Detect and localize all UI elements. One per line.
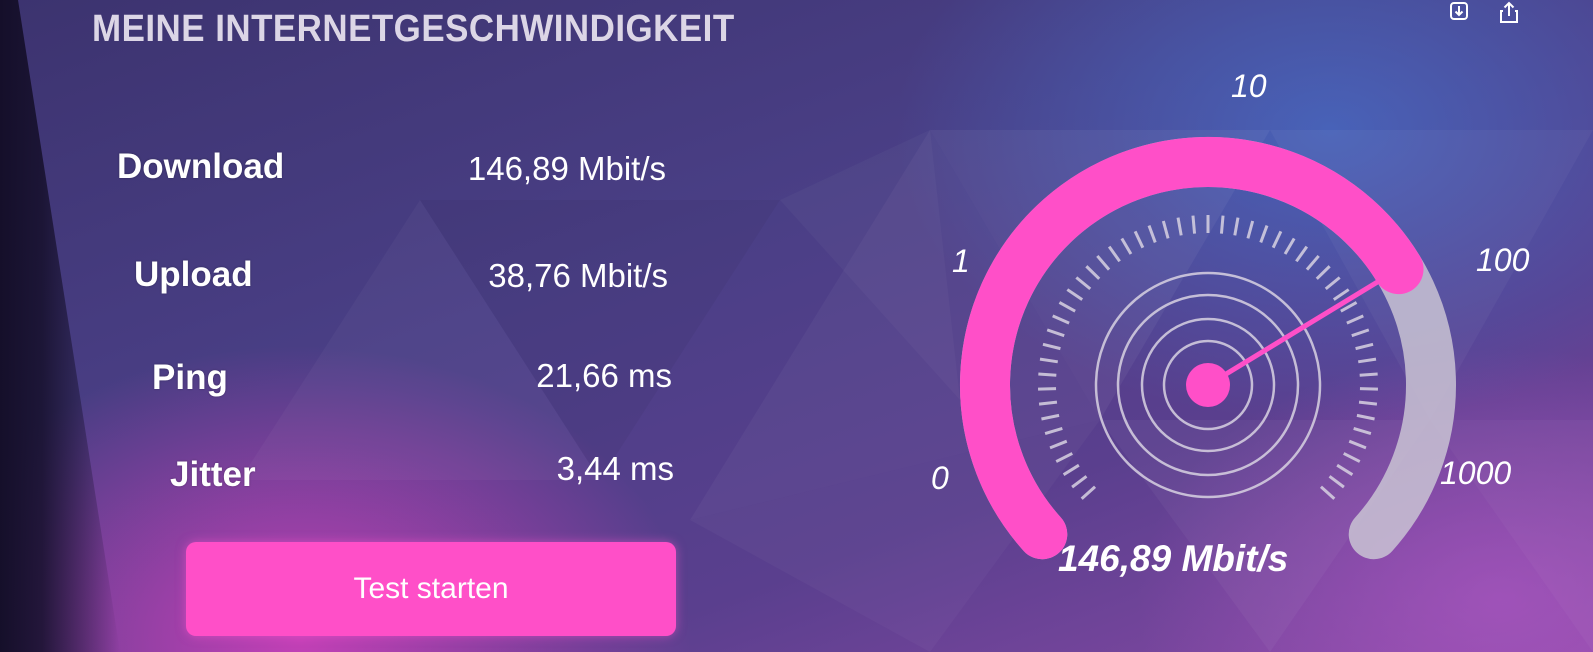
gauge-tick — [1075, 276, 1092, 291]
gauge-tick — [1120, 237, 1133, 255]
gauge-tick — [1259, 225, 1269, 243]
gauge-tick — [1176, 217, 1183, 236]
gauge-tick — [1283, 237, 1296, 255]
gauge-tick — [1058, 301, 1076, 313]
gauge-ticks — [1038, 215, 1378, 500]
gauge-tick — [1353, 427, 1372, 436]
gauge-needle — [1205, 278, 1382, 388]
gauge-tick — [1049, 439, 1068, 450]
gauge-tick — [1351, 328, 1370, 338]
gauge-tick — [1336, 463, 1354, 476]
gauge-tick — [1233, 217, 1240, 236]
gauge-tick — [1071, 475, 1088, 489]
gauge-tick — [1038, 400, 1058, 406]
gauge-tick — [1219, 215, 1225, 234]
upload-value: 38,76 Mbit/s — [488, 257, 668, 294]
gauge-tick — [1107, 245, 1121, 263]
gauge-tick — [1161, 220, 1170, 239]
gauge-tick — [1046, 328, 1065, 338]
gauge-tick — [1055, 452, 1073, 463]
gauge-tick — [1038, 372, 1057, 377]
gauge-tick — [1346, 314, 1364, 325]
gauge-label-100: 100 — [1476, 242, 1530, 278]
gauge-tick — [1357, 357, 1377, 364]
gauge-tick — [1246, 220, 1255, 239]
gauge-value: 146,89 Mbit/s — [1058, 538, 1289, 579]
gauge-tick — [1039, 357, 1059, 364]
gauge-tick — [1191, 215, 1197, 234]
jitter-value: 3,44 ms — [556, 450, 674, 487]
gauge-tick — [1066, 288, 1084, 301]
gauge-tick — [1044, 427, 1063, 436]
start-test-button[interactable]: Test starten — [186, 542, 676, 636]
top-toolbar — [1448, 0, 1522, 26]
gauge-tick — [1319, 485, 1336, 500]
ping-value: 21,66 ms — [536, 357, 672, 394]
gauge-tick — [1305, 254, 1320, 271]
gauge-label-1000: 1000 — [1440, 455, 1512, 491]
gauge-tick — [1328, 475, 1345, 489]
gauge-tick — [1096, 254, 1111, 271]
gauge-tick — [1147, 225, 1157, 243]
upload-label: Upload — [134, 255, 253, 294]
gauge-tick — [1315, 265, 1331, 280]
gauge-tick — [1271, 230, 1283, 249]
gauge-tick — [1343, 452, 1361, 463]
gauge-tick — [1133, 230, 1145, 249]
gauge-label-1: 1 — [952, 243, 970, 279]
gauge-tick — [1295, 245, 1309, 263]
gauge-tick — [1324, 276, 1341, 291]
gauge-tick — [1052, 314, 1070, 325]
gauge-tick — [1062, 463, 1080, 476]
gauge-tick — [1041, 413, 1060, 421]
gauge-hub — [1186, 363, 1230, 407]
gauge-tick — [1355, 342, 1374, 351]
gauge-label-0: 0 — [931, 460, 949, 496]
download-icon[interactable] — [1448, 0, 1474, 26]
share-icon[interactable] — [1496, 0, 1522, 26]
gauge-tick — [1348, 439, 1367, 450]
ping-label: Ping — [152, 358, 228, 397]
gauge-label-10: 10 — [1231, 68, 1267, 104]
page-title: MEINE INTERNETGESCHWINDIGKEIT — [92, 8, 735, 50]
gauge-tick — [1356, 413, 1375, 421]
download-value: 146,89 Mbit/s — [467, 150, 666, 187]
gauge-tick — [1359, 372, 1378, 377]
jitter-label: Jitter — [170, 455, 256, 494]
gauge-tick — [1042, 342, 1061, 351]
gauge-tick — [1080, 485, 1097, 500]
gauge-tick — [1358, 400, 1378, 406]
gauge-tick — [1085, 265, 1101, 280]
download-label: Download — [117, 147, 285, 186]
